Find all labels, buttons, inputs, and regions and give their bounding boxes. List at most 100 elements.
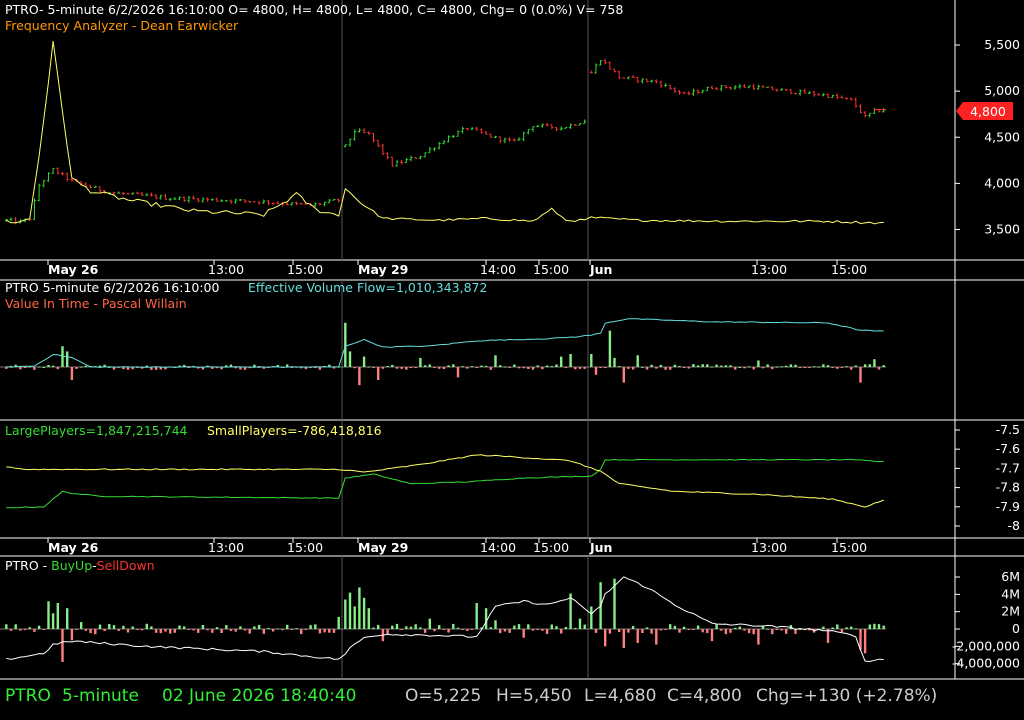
up-bar	[405, 626, 408, 629]
down-bar	[5, 367, 8, 369]
down-bar	[594, 629, 598, 633]
down-bar	[220, 629, 223, 633]
up-bar	[66, 351, 69, 367]
up-bar	[5, 624, 8, 629]
price-panel-title: PTRO- 5-minute 6/2/2026 16:10:00 O= 4800…	[5, 2, 623, 17]
up-bar	[882, 625, 885, 629]
up-bar	[650, 364, 653, 367]
time-label: 15:00	[533, 262, 569, 277]
down-bar	[724, 629, 728, 635]
up-bar	[794, 364, 797, 367]
up-bar	[257, 624, 261, 629]
up-bar	[545, 365, 549, 367]
down-bar	[154, 367, 158, 370]
up-bar	[673, 625, 677, 629]
up-bar	[499, 365, 502, 367]
y-tick-label: 2M	[1001, 604, 1020, 619]
down-bar	[372, 367, 375, 368]
up-bar	[423, 365, 427, 367]
time-label: 14:00	[480, 540, 516, 555]
y-tick-label: 5,500	[984, 37, 1020, 52]
up-bar	[564, 627, 568, 629]
y-tick-label: -2,000,000	[952, 638, 1020, 653]
down-bar	[743, 367, 746, 369]
down-bar	[757, 629, 760, 645]
down-bar	[650, 629, 653, 634]
down-bar	[377, 367, 380, 380]
down-bar	[761, 367, 765, 369]
up-bar	[720, 365, 723, 367]
y-tick-label: 5,000	[984, 83, 1020, 98]
stock-chart[interactable]: 5,500 5,000 4,500 4,000 3,500 May 26 13:00 15:…	[0, 0, 1024, 720]
down-bar	[710, 629, 714, 642]
up-bar	[715, 624, 718, 629]
down-bar	[300, 629, 303, 635]
up-bar	[738, 367, 741, 368]
down-bar	[271, 629, 275, 632]
down-bar	[645, 367, 649, 370]
up-bar	[358, 587, 361, 629]
up-bar	[673, 364, 677, 367]
down-bar	[631, 367, 635, 370]
up-bar	[484, 608, 488, 629]
up-bar	[391, 625, 394, 629]
down-bar	[743, 629, 746, 631]
up-bar	[766, 364, 769, 367]
down-bar	[442, 629, 446, 630]
up-bar	[386, 366, 389, 367]
up-bar	[831, 627, 834, 629]
time-label: May 29	[358, 540, 408, 555]
down-bar	[594, 367, 598, 375]
up-bar	[578, 618, 582, 629]
status-datetime: 02 June 2026 18:40:40	[162, 686, 356, 706]
down-bar	[400, 367, 403, 369]
down-bar	[859, 367, 862, 383]
down-bar	[386, 629, 389, 635]
up-bar	[98, 624, 102, 629]
up-bar	[757, 360, 760, 367]
up-bar	[645, 627, 649, 629]
down-bar	[94, 629, 97, 635]
down-bar	[701, 629, 704, 633]
down-bar	[332, 629, 336, 633]
down-bar	[248, 629, 251, 634]
down-bar	[405, 367, 408, 370]
down-bar	[692, 629, 695, 630]
volume-panel-title: PTRO 5-minute 6/2/2026 16:10:00	[5, 280, 219, 295]
up-bar	[419, 627, 422, 629]
up-bar	[112, 625, 116, 629]
up-bar	[574, 627, 577, 629]
up-bar	[618, 366, 621, 368]
up-bar	[286, 624, 289, 629]
effective-volume-flow-label: Effective Volume Flow=1,010,343,872	[248, 280, 487, 295]
up-bar	[452, 364, 455, 367]
time-label: 15:00	[287, 262, 323, 277]
up-bar	[37, 625, 41, 629]
up-bar	[353, 606, 356, 629]
up-bar	[447, 365, 450, 367]
down-bar	[211, 629, 214, 633]
down-bar	[747, 629, 751, 634]
value-in-time-label: Value In Time - Pascal Willain	[5, 296, 187, 311]
down-bar	[780, 629, 783, 631]
y-tick-label: 4,000	[984, 175, 1020, 190]
down-bar	[669, 367, 672, 370]
price-tag-value: 4,800	[970, 104, 1006, 119]
time-label: 13:00	[208, 262, 244, 277]
down-bar	[678, 629, 681, 633]
down-bar	[627, 367, 630, 369]
down-bar	[622, 367, 625, 383]
up-bar	[873, 623, 876, 629]
up-bar	[225, 625, 228, 629]
up-bar	[513, 364, 516, 367]
down-bar	[604, 367, 607, 368]
up-bar	[475, 603, 478, 629]
up-bar	[536, 365, 539, 367]
down-bar	[206, 629, 209, 631]
up-bar	[882, 365, 885, 367]
up-bar	[555, 364, 558, 367]
down-bar	[560, 629, 563, 634]
up-bar	[613, 357, 616, 367]
y-tick-label: -8	[1008, 518, 1021, 533]
down-bar	[641, 629, 644, 633]
